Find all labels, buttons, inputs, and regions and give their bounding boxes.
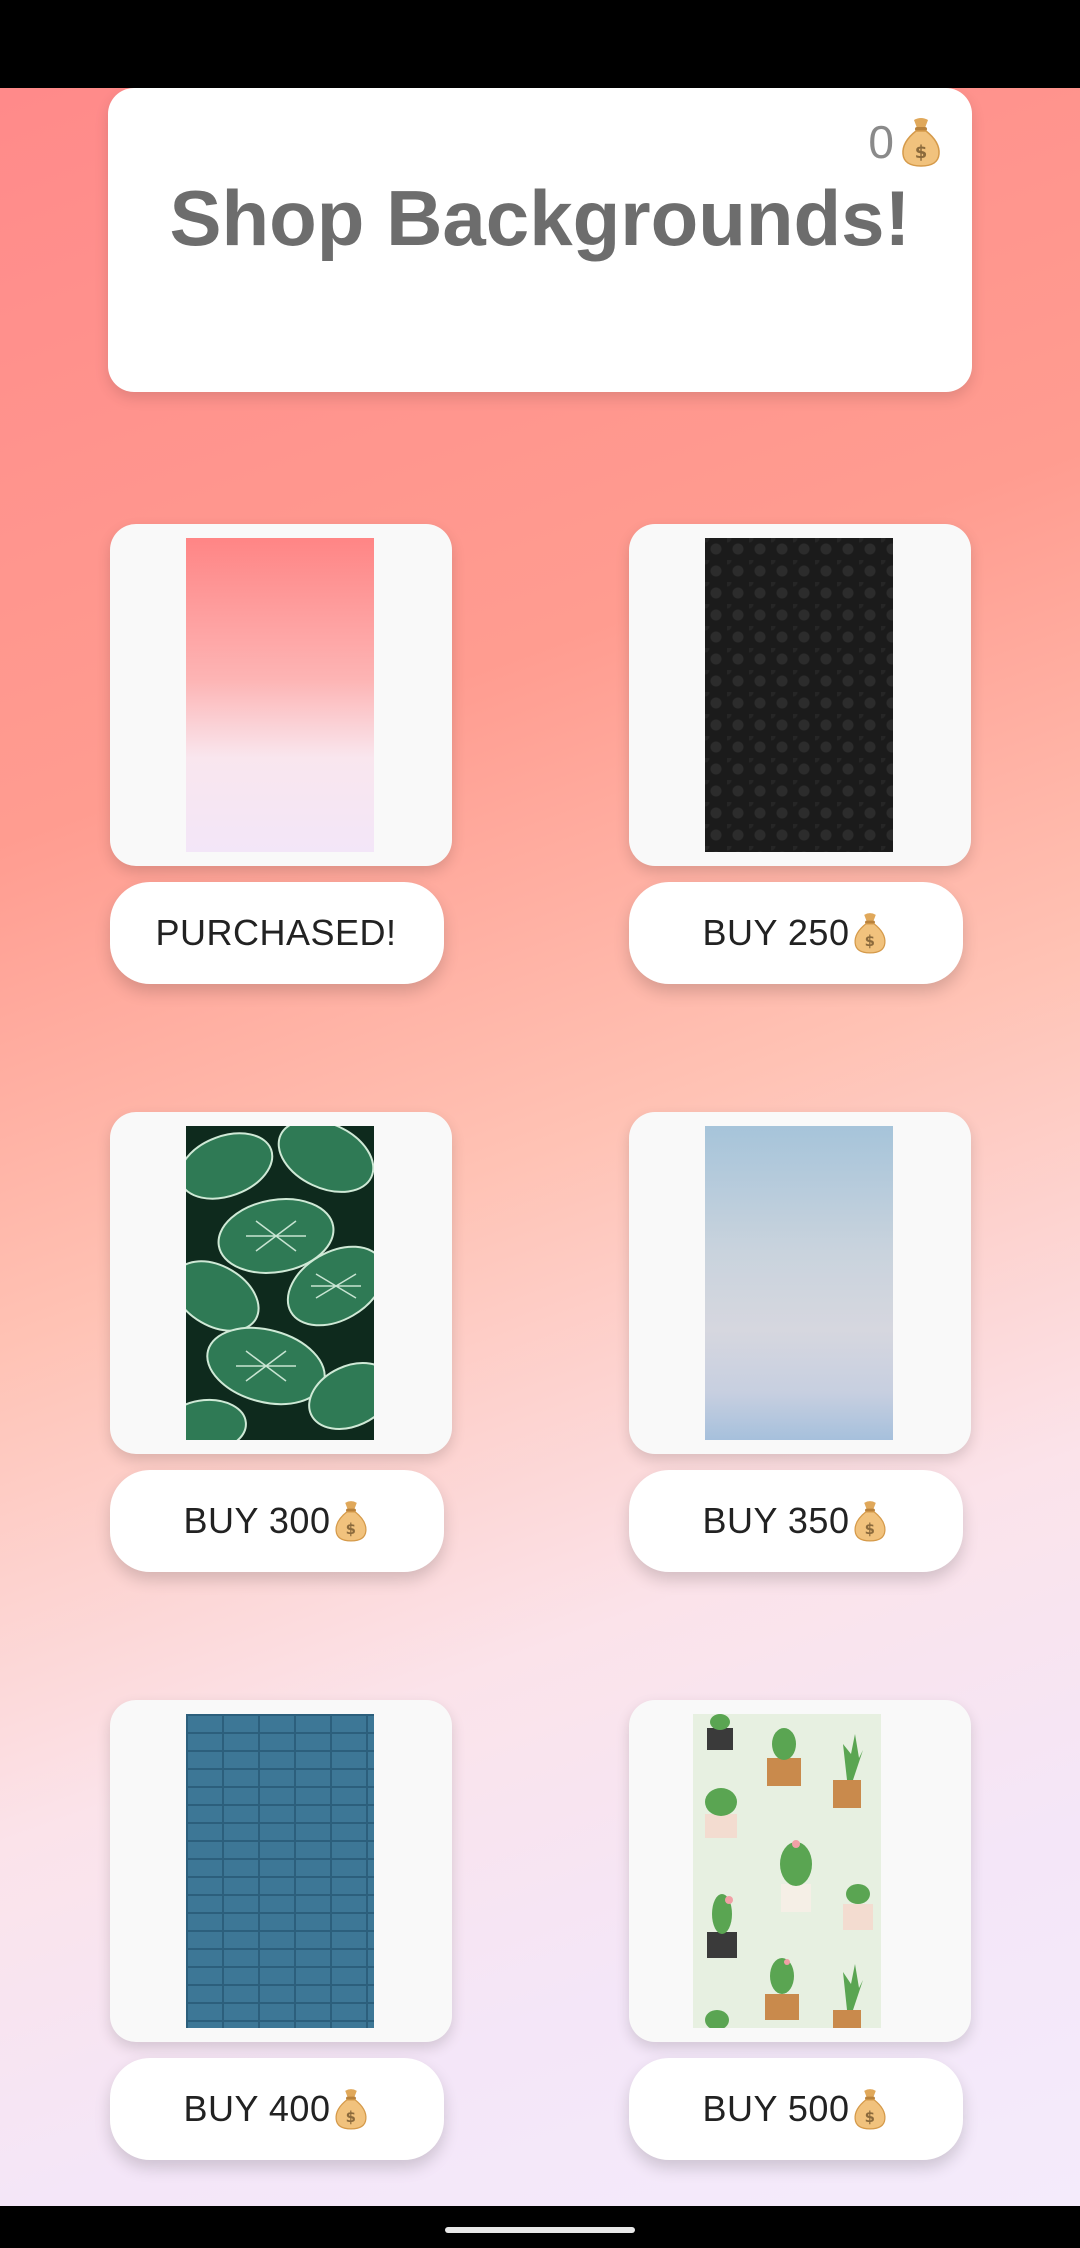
background-thumbnail (693, 1714, 881, 2028)
purchased-button[interactable]: PURCHASED! (110, 882, 444, 984)
buy-button[interactable]: BUY 300 (110, 1470, 444, 1572)
background-preview-card[interactable] (629, 524, 971, 866)
buy-button[interactable]: BUY 500 (629, 2058, 963, 2160)
background-thumbnail (705, 1126, 893, 1440)
button-label: BUY 350 (702, 1500, 850, 1541)
button-label: BUY 500 (702, 2088, 850, 2129)
coin-counter: 0 (868, 116, 944, 168)
money-bag-icon (898, 116, 944, 168)
money-bag-icon (851, 911, 889, 955)
money-bag-icon (851, 2087, 889, 2131)
button-label: PURCHASED! (155, 912, 397, 953)
button-label: BUY 400 (183, 2088, 331, 2129)
money-bag-icon (332, 1499, 370, 1543)
navigation-bar (0, 2206, 1080, 2248)
status-bar (0, 0, 1080, 88)
background-thumbnail (705, 538, 893, 852)
background-preview-card[interactable] (629, 1112, 971, 1454)
buy-button[interactable]: BUY 350 (629, 1470, 963, 1572)
page-title: Shop Backgrounds! (169, 174, 911, 262)
background-preview-card[interactable] (110, 1700, 452, 2042)
money-bag-icon (332, 2087, 370, 2131)
background-preview-card[interactable] (110, 524, 452, 866)
home-gesture-handle[interactable] (445, 2227, 635, 2233)
button-label: BUY 250 (702, 912, 850, 953)
background-thumbnail (186, 538, 374, 852)
buy-button[interactable]: BUY 400 (110, 2058, 444, 2160)
header-card: 0 Shop Backgrounds! (108, 88, 972, 392)
buy-button[interactable]: BUY 250 (629, 882, 963, 984)
background-preview-card[interactable] (629, 1700, 971, 2042)
background-thumbnail (186, 1126, 374, 1440)
coin-balance: 0 (868, 116, 894, 168)
money-bag-icon (851, 1499, 889, 1543)
background-thumbnail (186, 1714, 374, 2028)
button-label: BUY 300 (183, 1500, 331, 1541)
background-preview-card[interactable] (110, 1112, 452, 1454)
